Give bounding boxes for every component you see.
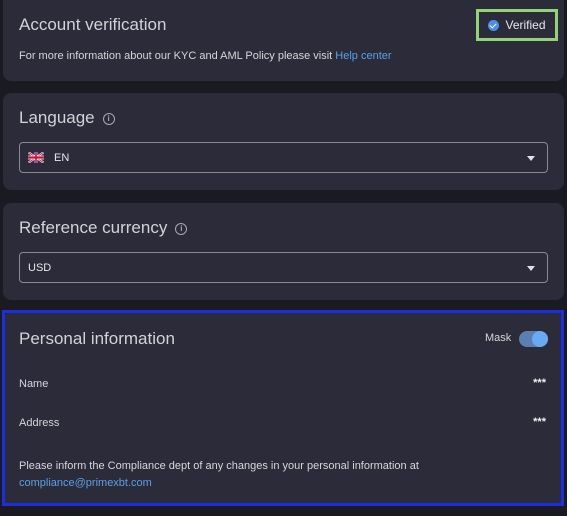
language-value: EN bbox=[54, 151, 70, 164]
kyc-info-prefix: For more information about our KYC and A… bbox=[19, 50, 336, 62]
language-select[interactable]: EN bbox=[19, 142, 548, 173]
chevron-down-icon bbox=[527, 156, 535, 161]
personal-information-card: Personal information Name *** Address **… bbox=[3, 312, 564, 506]
chevron-down-icon bbox=[527, 266, 535, 271]
uk-flag-icon bbox=[28, 152, 44, 163]
language-title-label: Language bbox=[19, 108, 95, 127]
verified-badge: Verified bbox=[476, 9, 558, 41]
currency-value: USD bbox=[28, 261, 52, 274]
toggle-knob bbox=[532, 331, 548, 347]
verified-label: Verified bbox=[505, 18, 546, 32]
language-title: Language i bbox=[19, 108, 115, 128]
address-label: Address bbox=[19, 417, 60, 429]
account-verification-title: Account verification bbox=[19, 15, 167, 34]
help-center-link[interactable]: Help center bbox=[335, 50, 391, 62]
info-icon[interactable]: i bbox=[175, 223, 188, 235]
mask-label: Mask bbox=[485, 332, 512, 344]
reference-currency-title-label: Reference currency bbox=[19, 218, 168, 237]
language-card: Language i EN bbox=[3, 93, 564, 190]
reference-currency-title: Reference currency i bbox=[19, 218, 188, 238]
currency-select[interactable]: USD bbox=[19, 252, 548, 283]
check-circle-icon bbox=[488, 19, 500, 31]
address-value: *** bbox=[533, 416, 546, 428]
kyc-info-text: For more information about our KYC and A… bbox=[19, 50, 392, 62]
name-value: *** bbox=[533, 377, 546, 389]
info-icon[interactable]: i bbox=[102, 113, 115, 125]
compliance-notice: Please inform the Compliance dept of any… bbox=[19, 460, 419, 472]
personal-information-title: Personal information bbox=[19, 329, 175, 348]
reference-currency-card: Reference currency i USD bbox=[3, 203, 564, 300]
mask-toggle[interactable] bbox=[519, 331, 548, 347]
name-label: Name bbox=[19, 378, 49, 390]
compliance-email-link[interactable]: compliance@primexbt.com bbox=[19, 477, 152, 489]
